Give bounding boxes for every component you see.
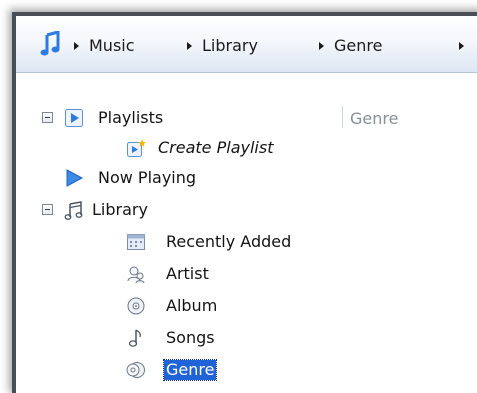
tree-item-label: Songs (166, 328, 215, 347)
screen: Music Library Genre Playlists Create Pla… (0, 0, 477, 393)
calendar-icon (127, 234, 145, 250)
chevron-right-icon (319, 41, 324, 50)
collapse-icon[interactable] (42, 204, 53, 215)
tree-item-genre[interactable]: Genre (16, 355, 316, 385)
tree-item-album[interactable]: Album (16, 291, 316, 321)
new-playlist-icon (127, 139, 146, 157)
breadcrumb-label: Genre (334, 36, 383, 55)
breadcrumb-item-music[interactable]: Music (74, 36, 135, 55)
tree-item-label: Recently Added (166, 232, 292, 251)
tree-item-label: Artist (166, 264, 209, 283)
library-icon (64, 201, 83, 220)
breadcrumb: Music Library Genre (16, 16, 477, 73)
breadcrumb-label: Library (202, 36, 258, 55)
music-note-icon[interactable] (40, 31, 60, 57)
column-header-genre[interactable]: Genre (350, 109, 398, 129)
artist-icon (127, 266, 145, 284)
tree-item-playlists[interactable]: Playlists (16, 103, 316, 133)
column-divider[interactable] (342, 106, 343, 128)
breadcrumb-item-genre[interactable]: Genre (319, 36, 382, 55)
breadcrumb-item-library[interactable]: Library (187, 36, 258, 55)
chevron-right-icon[interactable] (459, 42, 464, 50)
play-icon (66, 169, 84, 187)
tree-item-label: Playlists (98, 108, 164, 127)
tree-item-label: Create Playlist (158, 138, 274, 157)
tree-item-label: Genre (162, 359, 218, 381)
tree-item-artist[interactable]: Artist (16, 259, 316, 289)
tree-item-recently-added[interactable]: Recently Added (16, 227, 336, 257)
tree-item-create-playlist[interactable]: Create Playlist (16, 133, 316, 163)
album-icon (127, 297, 145, 315)
tree-item-songs[interactable]: Songs (16, 323, 316, 353)
breadcrumb-label: Music (89, 36, 135, 55)
tree-item-now-playing[interactable]: Now Playing (16, 163, 316, 193)
genre-icon (126, 362, 145, 378)
tree-item-label: Album (166, 296, 218, 315)
chevron-right-icon (74, 41, 79, 50)
tree-item-library[interactable]: Library (16, 195, 316, 225)
chevron-right-icon (187, 41, 192, 50)
tree-item-label: Now Playing (98, 168, 197, 187)
song-note-icon (128, 329, 141, 347)
tree-item-label: Library (92, 200, 148, 219)
playlist-icon (65, 109, 83, 127)
media-player-window: Music Library Genre Playlists Create Pla… (12, 12, 477, 393)
collapse-icon[interactable] (42, 112, 53, 123)
navigation-tree: Playlists Create Playlist Now Playing Li… (16, 73, 336, 393)
